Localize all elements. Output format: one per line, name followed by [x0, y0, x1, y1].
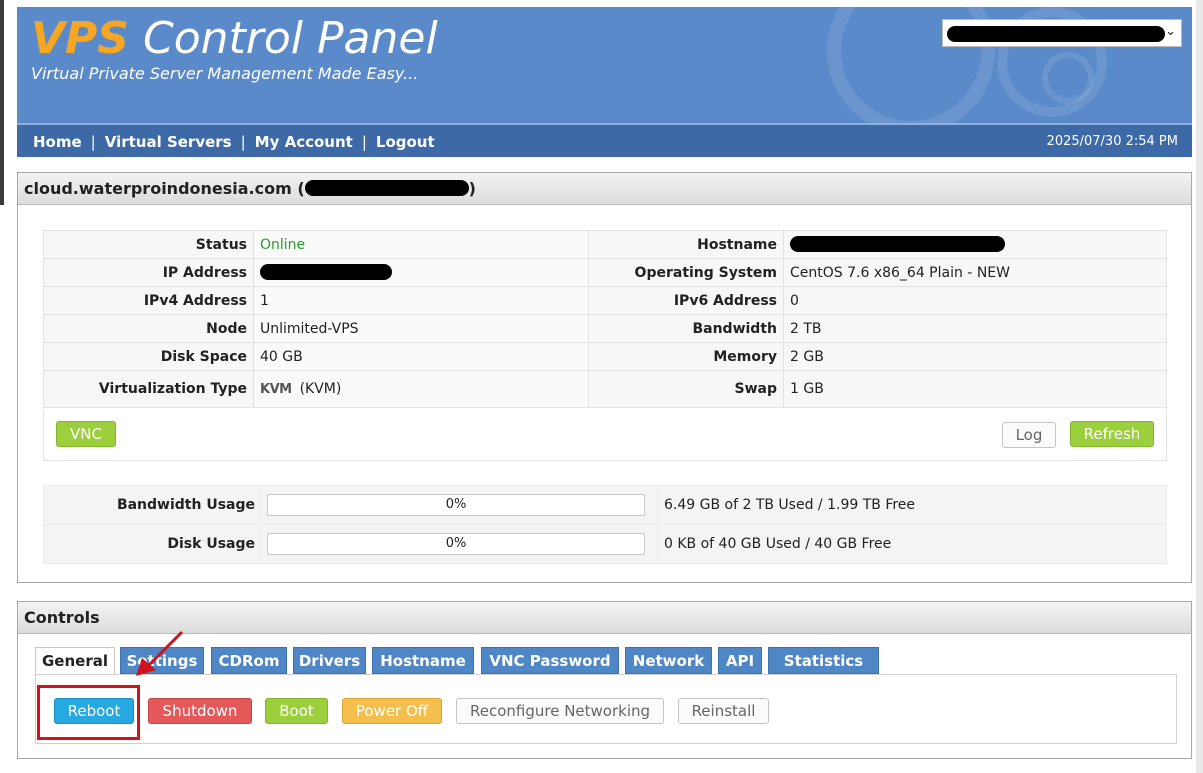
redacted-server-name [947, 26, 1165, 42]
disk-space-label: Disk Space [43, 342, 254, 371]
table-row: Disk Space 40 GB Memory 2 GB [43, 342, 1167, 371]
tab-general[interactable]: General [35, 647, 115, 675]
usage-table: Bandwidth Usage 0% 6.49 GB of 2 TB Used … [43, 485, 1167, 564]
table-row: Virtualization Type KVM (KVM) Swap 1 GB [43, 370, 1167, 408]
controls-panel: Controls General Settings CDRom Drivers … [17, 601, 1192, 759]
nav-logout-link[interactable]: Logout [376, 133, 435, 151]
memory-label: Memory [588, 342, 784, 371]
disk-usage-text: 0 KB of 40 GB Used / 40 GB Free [657, 524, 1167, 564]
server-action-bar: VNC Log Refresh [43, 409, 1167, 461]
table-row: Disk Usage 0% 0 KB of 40 GB Used / 40 GB… [43, 524, 1167, 564]
status-value: Online [253, 230, 589, 259]
virtualization-value: KVM (KVM) [253, 370, 589, 408]
bandwidth-label: Bandwidth [588, 314, 784, 343]
table-row: Bandwidth Usage 0% 6.49 GB of 2 TB Used … [43, 485, 1167, 525]
table-row: Node Unlimited-VPS Bandwidth 2 TB [43, 314, 1167, 343]
bandwidth-usage-percent: 0% [445, 497, 467, 512]
window-edge [0, 0, 4, 205]
annotation-highlight-box [37, 685, 140, 740]
status-label: Status [43, 230, 254, 259]
main-nav: Home | Virtual Servers | My Account | Logout 2… [17, 123, 1192, 157]
nav-separator: | [240, 133, 246, 151]
server-hostname-title: cloud.waterproindonesia.com [24, 179, 292, 198]
tab-cdrom[interactable]: CDRom [211, 647, 287, 674]
table-row: IP Address Operating System CentOS 7.6 x… [43, 258, 1167, 287]
nav-separator: | [361, 133, 367, 151]
reinstall-button[interactable]: Reinstall [678, 698, 769, 724]
vnc-button[interactable]: VNC [56, 421, 116, 447]
nav-my-account-link[interactable]: My Account [255, 133, 353, 151]
bandwidth-usage-text: 6.49 GB of 2 TB Used / 1.99 TB Free [657, 485, 1167, 525]
bandwidth-usage-bar: 0% [267, 494, 645, 516]
refresh-button[interactable]: Refresh [1070, 421, 1154, 447]
site-logo[interactable]: VPS Control Panel [31, 13, 438, 64]
nav-separator: | [90, 133, 96, 151]
boot-button[interactable]: Boot [265, 698, 328, 724]
controls-title: Controls [18, 602, 1191, 634]
nav-home-link[interactable]: Home [33, 133, 82, 151]
site-header: VPS Control Panel Virtual Private Server… [17, 7, 1192, 123]
swap-label: Swap [588, 370, 784, 408]
ipv4-label: IPv4 Address [43, 286, 254, 315]
bandwidth-value: 2 TB [783, 314, 1167, 343]
disk-usage-bar-cell: 0% [261, 524, 658, 564]
chevron-down-icon: ⌄ [1165, 24, 1176, 39]
site-tagline: Virtual Private Server Management Made E… [31, 64, 419, 83]
paren-open: ( [291, 179, 305, 198]
nav-virtual-servers-link[interactable]: Virtual Servers [105, 133, 232, 151]
scrollbar-track[interactable] [1196, 0, 1203, 773]
node-label: Node [43, 314, 254, 343]
disk-usage-bar: 0% [267, 533, 645, 555]
disk-usage-label: Disk Usage [43, 524, 262, 564]
reconfigure-networking-button[interactable]: Reconfigure Networking [456, 698, 664, 724]
bandwidth-usage-label: Bandwidth Usage [43, 485, 262, 525]
disk-usage-percent: 0% [445, 536, 467, 551]
tab-network[interactable]: Network [625, 647, 712, 674]
os-label: Operating System [588, 258, 784, 287]
ipv6-label: IPv6 Address [588, 286, 784, 315]
paren-close: ) [468, 179, 476, 198]
shutdown-button[interactable]: Shutdown [148, 698, 252, 724]
ipv4-value: 1 [253, 286, 589, 315]
bandwidth-usage-bar-cell: 0% [261, 485, 658, 525]
memory-value: 2 GB [783, 342, 1167, 371]
redacted-ip-address [260, 264, 392, 280]
logo-vps: VPS [31, 13, 129, 64]
tab-hostname[interactable]: Hostname [372, 647, 474, 674]
redacted-server-ip [304, 180, 469, 196]
tab-statistics[interactable]: Statistics [768, 647, 879, 674]
gear-decoration [1042, 52, 1094, 104]
virtualization-type: (KVM) [299, 381, 342, 397]
redacted-hostname [790, 236, 1005, 252]
logo-text: Control Panel [129, 13, 438, 64]
tab-panel-general: Reboot Shutdown Boot Power Off Reconfigu… [35, 674, 1177, 744]
server-info-table: Status Online Hostname IP Address Operat… [43, 230, 1167, 408]
kvm-logo: KVM [260, 382, 292, 397]
table-row: Status Online Hostname [43, 230, 1167, 259]
ip-address-value [253, 258, 589, 287]
current-datetime: 2025/07/30 2:54 PM [1046, 134, 1178, 149]
server-panel-header: cloud.waterproindonesia.com () [18, 173, 1191, 205]
swap-value: 1 GB [783, 370, 1167, 408]
server-select[interactable]: ⌄ [942, 19, 1182, 47]
tab-api[interactable]: API [718, 647, 762, 674]
node-value: Unlimited-VPS [253, 314, 589, 343]
ipv6-value: 0 [783, 286, 1167, 315]
annotation-arrow-icon [136, 630, 184, 676]
ip-address-label: IP Address [43, 258, 254, 287]
hostname-label: Hostname [588, 230, 784, 259]
tab-drivers[interactable]: Drivers [293, 647, 366, 674]
hostname-value [783, 230, 1167, 259]
table-row: IPv4 Address 1 IPv6 Address 0 [43, 286, 1167, 315]
tab-vnc-password[interactable]: VNC Password [481, 647, 619, 674]
power-off-button[interactable]: Power Off [342, 698, 442, 724]
log-button[interactable]: Log [1002, 422, 1056, 448]
os-value: CentOS 7.6 x86_64 Plain - NEW [783, 258, 1167, 287]
virtualization-label: Virtualization Type [43, 370, 254, 408]
server-panel: cloud.waterproindonesia.com () Status On… [17, 172, 1192, 583]
disk-space-value: 40 GB [253, 342, 589, 371]
